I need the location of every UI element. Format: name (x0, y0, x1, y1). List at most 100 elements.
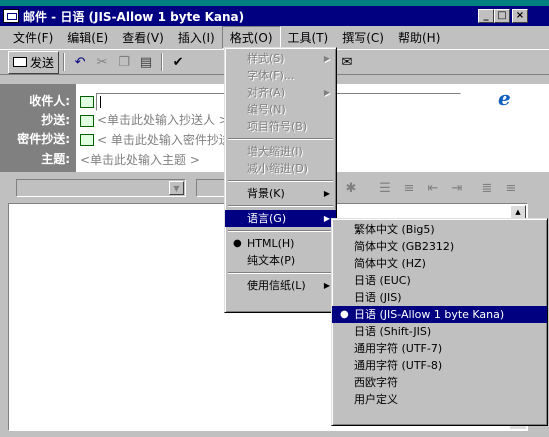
maximize-button[interactable]: □ (494, 9, 510, 23)
menu-item-label: 项目符号(B) (247, 120, 308, 133)
menu-item-label: 使用信纸(L) (247, 279, 306, 292)
submenu-arrow-icon: ▶ (323, 214, 330, 223)
menu-item-label: 样式(S) (247, 52, 285, 65)
font-size-dropdown[interactable] (196, 179, 226, 197)
menu-item[interactable]: 使用信纸(L) ▶ (225, 277, 336, 294)
submenu-arrow-icon: ▶ (323, 88, 330, 97)
menu-format[interactable]: 格式(O) (221, 25, 281, 49)
window-title: 邮件 - 日语 (JIS-Allow 1 byte Kana) (23, 9, 245, 24)
menu-item[interactable]: 用户定义 (332, 391, 547, 408)
ie-logo-icon: e (498, 86, 511, 110)
menu-item: 样式(S) ▶ (225, 50, 336, 67)
menu-item[interactable]: 通用字符 (UTF-7) (332, 340, 547, 357)
menu-insert[interactable]: 插入(I) (171, 27, 222, 48)
menu-item[interactable]: 繁体中文 (Big5) (332, 221, 547, 238)
menu-item[interactable]: 日语 (JIS-Allow 1 byte Kana) ● (332, 306, 547, 323)
menu-item: 编号(N) (225, 101, 336, 118)
subject-label: 主题: (41, 152, 70, 166)
check-names-icon[interactable]: ✔ (167, 52, 189, 72)
header-labels: 收件人: 抄送: 密件抄送: 主题: (0, 84, 76, 172)
send-button[interactable]: 发送 (8, 50, 60, 74)
cut-icon[interactable]: ✂ (91, 52, 113, 72)
bcc-input[interactable]: < 单击此处输入密件抄送 (97, 131, 231, 148)
submenu-arrow-icon: ▶ (323, 281, 330, 290)
menu-item-label: 纯文本(P) (247, 254, 296, 267)
title-bar[interactable]: 邮件 - 日语 (JIS-Allow 1 byte Kana) _ □ × (0, 6, 549, 26)
submenu-arrow-icon: ▶ (323, 189, 330, 198)
close-button[interactable]: × (512, 9, 528, 23)
text-cursor (100, 96, 101, 108)
menu-item-label: 增大缩进(I) (247, 145, 303, 158)
format-menu: 样式(S) ▶ 字体(F)... 对齐(A) ▶ 编号(N) 项目符号(B) 增大缩进(I) 减… (224, 47, 337, 313)
menu-item: 项目符号(B) (225, 118, 336, 135)
menu-help[interactable]: 帮助(H) (391, 27, 447, 48)
menu-item[interactable]: 日语 (EUC) (332, 272, 547, 289)
menu-item: 增大缩进(I) (225, 143, 336, 160)
menu-item-label: 语言(G) (247, 212, 287, 225)
send-icon (13, 57, 27, 67)
menu-item[interactable]: 日语 (JIS) (332, 289, 547, 306)
mail-icon (3, 9, 19, 23)
scroll-up-icon[interactable]: ▲ (510, 205, 526, 219)
menu-item-label: 西欧字符 (354, 376, 398, 389)
menu-item-label: 编号(N) (247, 103, 286, 116)
menu-item[interactable]: 简体中文 (HZ) (332, 255, 547, 272)
menu-item-label: 简体中文 (HZ) (354, 257, 426, 270)
menu-view[interactable]: 查看(V) (115, 27, 171, 48)
menu-item-label: 字体(F)... (247, 69, 295, 82)
menu-item-label: 通用字符 (UTF-8) (354, 359, 443, 372)
radio-check-icon: ● (233, 238, 242, 249)
menu-item[interactable]: 西欧字符 (332, 374, 547, 391)
menu-item: 字体(F)... (225, 67, 336, 84)
menu-item: 对齐(A) ▶ (225, 84, 336, 101)
menu-item-label: 用户定义 (354, 393, 398, 406)
menu-item[interactable]: 日语 (Shift-JIS) (332, 323, 547, 340)
to-label: 收件人: (29, 94, 70, 108)
chevron-down-icon: ▼ (169, 181, 184, 195)
sign-message-icon[interactable]: ✉ (336, 52, 358, 72)
cc-input[interactable]: <单击此处输入抄送人 > (97, 111, 229, 128)
menu-item[interactable]: 通用字符 (UTF-8) (332, 357, 547, 374)
menu-tools[interactable]: 工具(T) (281, 27, 336, 48)
menu-item-label: 通用字符 (UTF-7) (354, 342, 443, 355)
address-book-icon[interactable] (80, 134, 94, 146)
paste-icon[interactable]: ▤ (135, 52, 157, 72)
format-icon[interactable]: ✱ (340, 178, 362, 198)
menu-item[interactable]: 语言(G) ▶ (225, 210, 336, 227)
menu-item[interactable]: HTML(H) ● (225, 235, 336, 252)
menu-item-label: 繁体中文 (Big5) (354, 223, 435, 236)
undo-icon[interactable]: ↶ (69, 52, 91, 72)
menu-item-label: 减小缩进(D) (247, 162, 309, 175)
menu-separator (225, 177, 336, 185)
address-book-icon[interactable] (80, 115, 94, 127)
increase-indent-icon[interactable]: ⇥ (446, 178, 468, 198)
decrease-indent-icon[interactable]: ⇤ (422, 178, 444, 198)
align-center-icon[interactable]: ≡ (500, 178, 522, 198)
bcc-label: 密件抄送: (17, 132, 70, 146)
language-submenu: 繁体中文 (Big5) 简体中文 (GB2312) 简体中文 (HZ) 日语 (EUC… (331, 218, 548, 426)
minimize-button[interactable]: _ (478, 9, 494, 23)
address-book-icon[interactable] (80, 96, 94, 108)
font-name-dropdown[interactable]: ▼ (16, 179, 186, 197)
menu-item-label: HTML(H) (247, 237, 295, 250)
toolbar-separator (161, 53, 164, 71)
menu-separator (225, 202, 336, 210)
menu-item[interactable]: 简体中文 (GB2312) (332, 238, 547, 255)
cc-label: 抄送: (41, 113, 70, 127)
radio-check-icon: ● (340, 309, 349, 320)
copy-icon[interactable]: ❐ (113, 52, 135, 72)
menu-item[interactable]: 纯文本(P) (225, 252, 336, 269)
menu-item-label: 对齐(A) (247, 86, 286, 99)
menu-item[interactable]: 背景(K) ▶ (225, 185, 336, 202)
menu-item-label: 日语 (JIS-Allow 1 byte Kana) (354, 308, 505, 321)
align-left-icon[interactable]: ≣ (476, 178, 498, 198)
menu-separator (225, 227, 336, 235)
send-label: 发送 (30, 55, 55, 70)
bullets-icon[interactable]: ≡ (398, 178, 420, 198)
submenu-arrow-icon: ▶ (323, 54, 330, 63)
numbering-icon[interactable]: ☰ (374, 178, 396, 198)
subject-input[interactable]: <单击此处输入主题 > (80, 151, 200, 168)
menu-file[interactable]: 文件(F) (6, 27, 60, 48)
menu-edit[interactable]: 编辑(E) (60, 27, 115, 48)
menu-compose[interactable]: 撰写(C) (335, 27, 391, 48)
